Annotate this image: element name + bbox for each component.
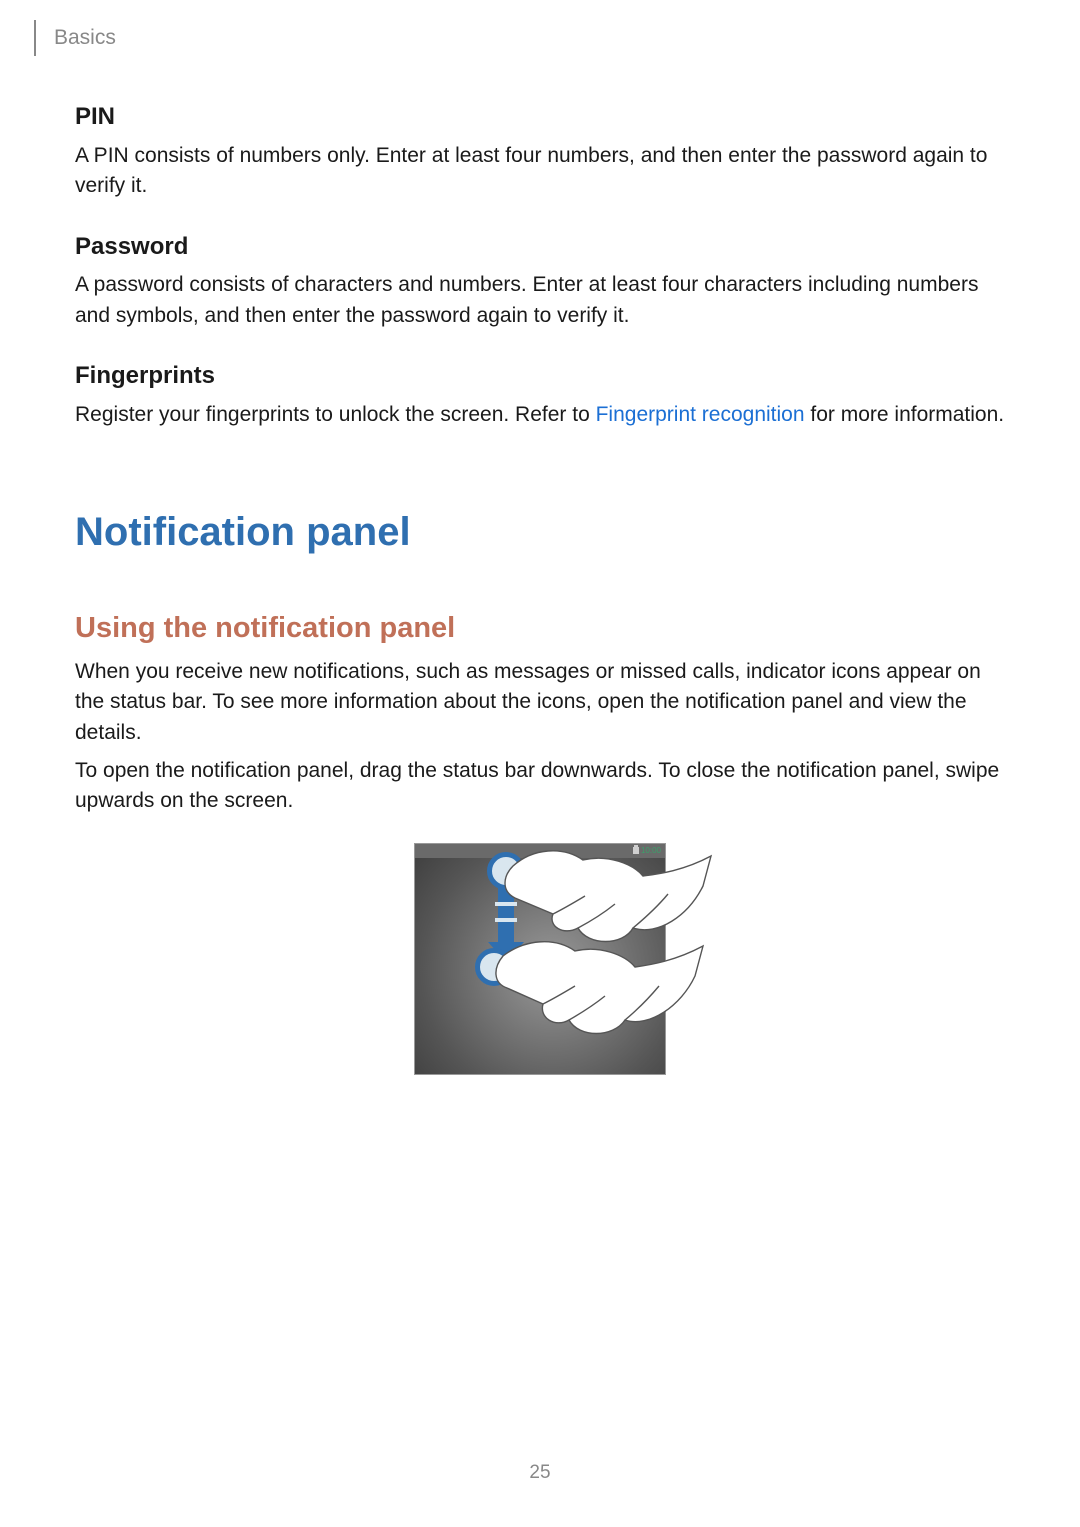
heading-notification-panel: Notification panel [75, 503, 1005, 561]
section-name: Basics [54, 23, 116, 53]
device-screen-illustration: 10:00 [414, 843, 666, 1075]
heading-password: Password [75, 230, 1005, 265]
paragraph-2: To open the notification panel, drag the… [75, 756, 1005, 817]
figure-swipe-gesture: 10:00 [75, 843, 1005, 1075]
fingerprints-text-after: for more information. [805, 403, 1005, 426]
link-fingerprint-recognition[interactable]: Fingerprint recognition [596, 403, 805, 426]
manual-page: Basics PIN A PIN consists of numbers onl… [0, 0, 1080, 1527]
page-number: 25 [0, 1459, 1080, 1487]
page-content: PIN A PIN consists of numbers only. Ente… [75, 100, 1005, 1075]
text-password: A password consists of characters and nu… [75, 270, 1005, 331]
heading-pin: PIN [75, 100, 1005, 135]
fingerprints-text-before: Register your fingerprints to unlock the… [75, 403, 596, 426]
page-header: Basics [34, 20, 116, 56]
text-pin: A PIN consists of numbers only. Enter at… [75, 141, 1005, 202]
header-rule [34, 20, 36, 56]
paragraph-1: When you receive new notifications, such… [75, 657, 1005, 748]
text-fingerprints: Register your fingerprints to unlock the… [75, 400, 1005, 430]
heading-using-notification-panel: Using the notification panel [75, 607, 1005, 649]
heading-fingerprints: Fingerprints [75, 359, 1005, 394]
hand-illustration-bottom [485, 928, 705, 1108]
